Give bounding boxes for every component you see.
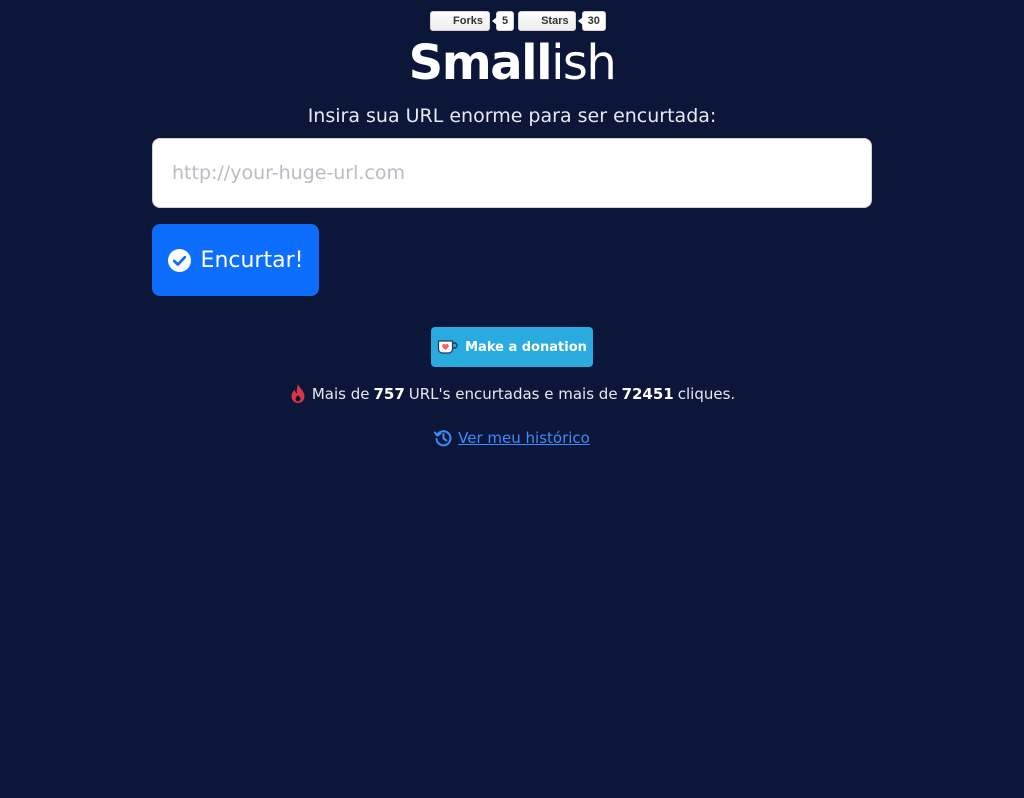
logo-light-part: ish [551,35,617,91]
check-circle-icon [167,248,191,272]
site-logo: Smallish [0,34,1024,92]
github-forks-button[interactable]: Forks [430,10,490,31]
history-link[interactable]: Ver meu histórico [458,429,590,447]
stats-prefix: Mais de [311,385,370,403]
stats-middle: URL's encurtadas e mais de [408,385,618,403]
history-link-row: Ver meu histórico [0,429,1024,447]
donation-button[interactable]: Make a donation [431,327,593,367]
shorten-button-label: Encurtar! [200,247,304,273]
fire-icon [289,383,307,405]
github-forks-count[interactable]: 5 [491,10,515,31]
github-badges: Forks 5 Stars 30 [430,10,606,31]
github-stars-label: Stars [541,14,569,27]
urls-count: 757 [373,385,405,403]
clicks-count: 72451 [621,385,674,403]
history-icon[interactable] [434,429,452,447]
github-fork-icon [435,14,449,28]
github-stars-badge[interactable]: Stars 30 [518,10,606,31]
shorten-button[interactable]: Encurtar! [152,224,319,296]
stats-suffix: cliques. [677,385,736,403]
donation-button-label: Make a donation [465,339,587,355]
github-stars-button[interactable]: Stars [518,10,576,31]
github-forks-label: Forks [453,14,483,27]
url-prompt-label: Insira sua URL enorme para ser encurtada… [307,105,717,127]
logo-bold-part: Small [408,35,553,91]
github-forks-badge[interactable]: Forks 5 [430,10,515,31]
url-input[interactable] [152,138,872,208]
github-star-icon [523,14,537,28]
stats-line: Mais de 757 URL's encurtadas e mais de 7… [0,383,1024,405]
github-stars-count[interactable]: 30 [577,10,606,31]
kofi-cup-icon [437,339,459,355]
